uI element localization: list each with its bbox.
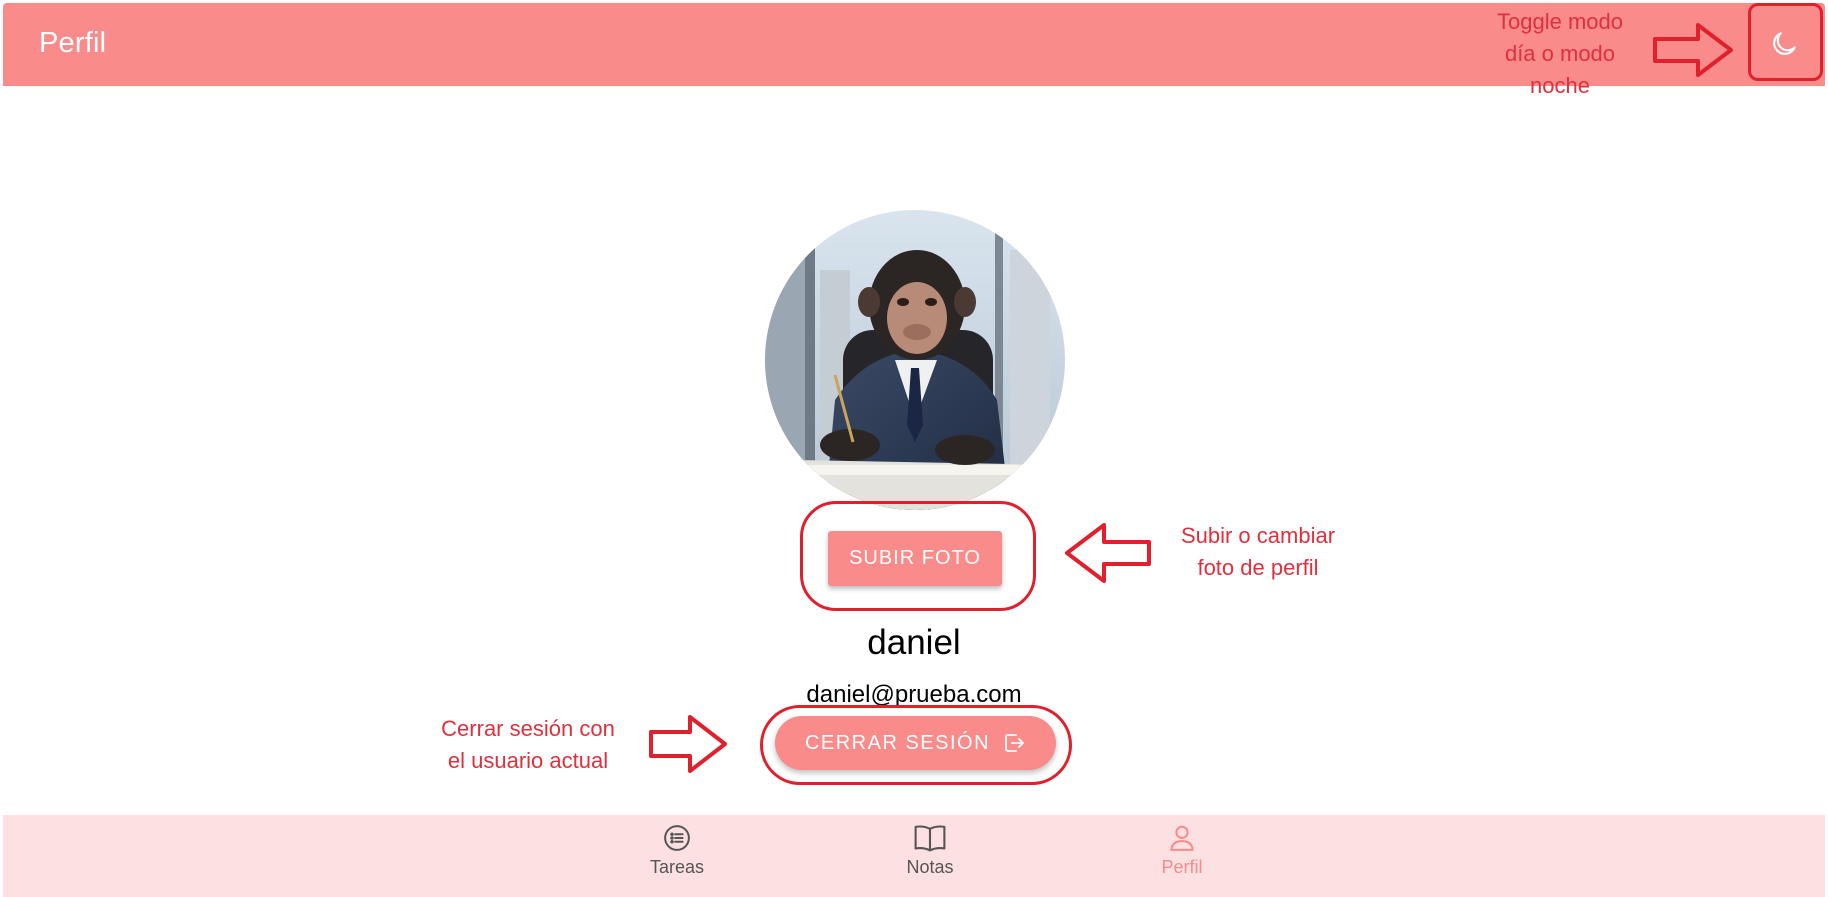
book-icon: [914, 825, 946, 852]
nav-label-tareas: Tareas: [649, 857, 705, 877]
annotation-logout-text: Cerrar sesión con el usuario actual: [428, 713, 628, 777]
app-screen: Perfil SUBIR FOTO daniel daniel@prueba.c…: [0, 0, 1828, 897]
annotation-arrow-left-icon: [1065, 523, 1151, 583]
bottom-navigation: Tareas Notas Perfil: [3, 815, 1825, 897]
annotation-logout-line1: Cerrar sesión con: [441, 716, 615, 741]
page-title: Perfil: [39, 27, 107, 59]
annotation-photo-line1: Subir o cambiar: [1180, 523, 1336, 548]
annotation-toggle-line1: Toggle modo: [1497, 9, 1623, 34]
nav-item-perfil[interactable]: Perfil: [1117, 823, 1247, 889]
annotation-box-toggle: [1748, 3, 1823, 81]
annotation-photo-text: Subir o cambiar foto de perfil: [1158, 520, 1358, 584]
annotation-toggle-text: Toggle modo día o modo noche: [1470, 6, 1650, 102]
annotation-box-upload: [800, 501, 1036, 611]
nav-item-tareas[interactable]: Tareas: [612, 823, 742, 889]
annotation-toggle-line2: día o modo: [1504, 41, 1616, 66]
annotation-toggle-line3: noche: [1530, 73, 1590, 98]
profile-avatar: [765, 210, 1065, 510]
user-name: daniel: [867, 623, 961, 662]
list-icon: [664, 825, 690, 851]
annotation-photo-line2: foto de perfil: [1197, 555, 1319, 580]
nav-label-perfil: Perfil: [1161, 857, 1203, 877]
annotation-logout-line2: el usuario actual: [447, 748, 609, 773]
nav-label-notas: Notas: [906, 857, 954, 877]
person-icon: [1170, 825, 1194, 851]
annotation-box-logout: [760, 705, 1072, 785]
nav-item-notas[interactable]: Notas: [865, 823, 995, 889]
annotation-arrow-right-icon: [1653, 23, 1733, 77]
annotation-arrow-right-icon-2: [649, 715, 727, 773]
